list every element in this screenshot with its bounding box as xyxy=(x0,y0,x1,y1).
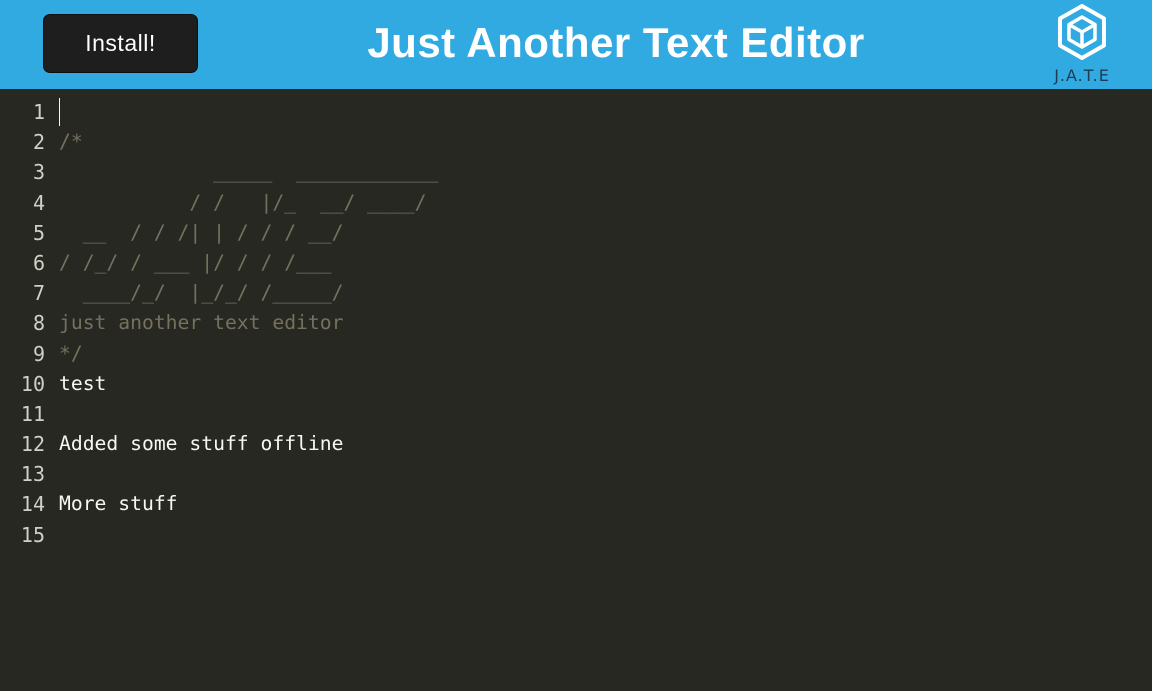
code-line[interactable]: just another text editor xyxy=(59,308,1139,338)
line-number: 12 xyxy=(20,432,45,457)
line-number: 11 xyxy=(20,401,45,426)
editor-content[interactable]: /* _____ ____________ / / |/_ __/ ____/ … xyxy=(59,97,1139,550)
line-number: 10 xyxy=(20,371,45,396)
code-line[interactable]: ____/_/ |_/_/ /_____/ xyxy=(59,278,1139,308)
code-line[interactable] xyxy=(59,520,1139,550)
line-number: 7 xyxy=(32,281,45,306)
line-number: 1 xyxy=(32,100,45,124)
line-number: 14 xyxy=(20,492,45,517)
code-line[interactable]: */ xyxy=(59,339,1139,369)
navbar: Install! Just Another Text Editor J.A.T.… xyxy=(0,0,1152,89)
code-line[interactable]: __ / / /| | / / / __/ xyxy=(59,218,1139,248)
code-line[interactable]: Added some stuff offline xyxy=(59,429,1139,459)
logo-text: J.A.T.E xyxy=(1054,66,1110,85)
code-line[interactable]: _____ ____________ xyxy=(59,157,1139,187)
line-number: 13 xyxy=(20,462,45,487)
logo: J.A.T.E xyxy=(1036,2,1128,88)
line-number: 15 xyxy=(20,522,45,547)
code-line[interactable]: More stuff xyxy=(59,489,1139,519)
code-line[interactable] xyxy=(59,459,1139,489)
install-button[interactable]: Install! xyxy=(43,14,198,73)
code-editor[interactable]: 1 2 3 4 5 6 7 8 9 10 11 12 13 14 15 /* _____ _________… xyxy=(0,89,1152,691)
code-line[interactable]: / /_/ / ___ |/ / / /___ xyxy=(59,248,1139,278)
line-number: 8 xyxy=(32,311,45,336)
app-title: Just Another Text Editor xyxy=(367,19,865,66)
line-number: 3 xyxy=(32,160,45,185)
text-cursor xyxy=(59,98,60,126)
code-line[interactable]: / / |/_ __/ ____/ xyxy=(59,188,1139,218)
line-number: 6 xyxy=(32,250,45,275)
code-line[interactable] xyxy=(59,399,1139,429)
code-line[interactable]: /* xyxy=(59,127,1139,157)
line-number-gutter: 1 2 3 4 5 6 7 8 9 10 11 12 13 14 15 xyxy=(0,97,50,550)
line-number: 5 xyxy=(32,220,45,245)
code-line[interactable] xyxy=(59,97,1139,127)
line-number: 4 xyxy=(32,190,45,215)
line-number: 9 xyxy=(32,341,45,366)
code-line[interactable]: test xyxy=(59,369,1139,399)
line-number: 2 xyxy=(32,130,45,155)
cube-logo-icon xyxy=(1058,4,1106,60)
